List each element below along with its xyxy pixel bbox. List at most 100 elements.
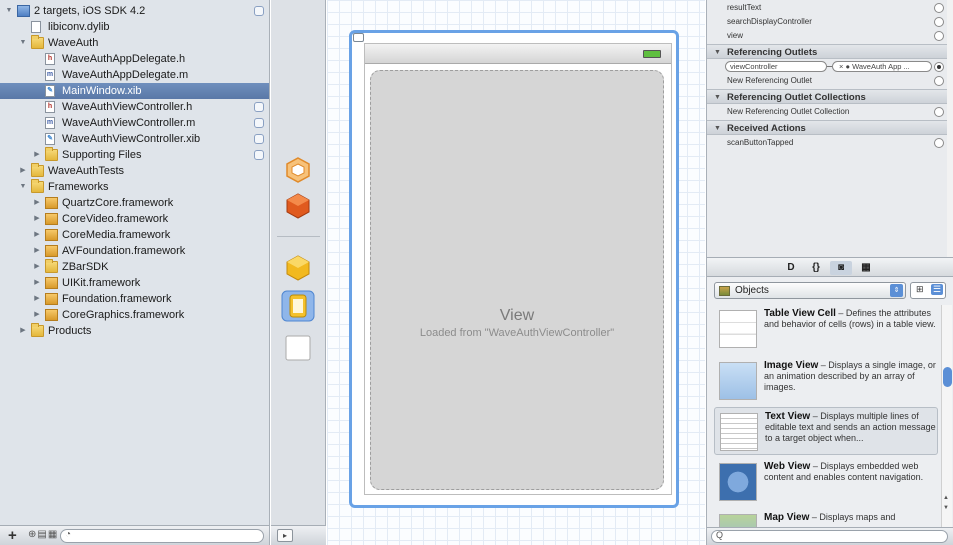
filter-buttons[interactable]: ⊕▤▦ — [28, 529, 58, 540]
list-view-icon[interactable]: ☰ — [931, 284, 944, 295]
outlet-row[interactable]: resultText — [707, 2, 948, 14]
scroll-down-arrow-icon[interactable]: ▼ — [943, 505, 949, 511]
disclosure-triangle-icon[interactable]: ▶ — [32, 259, 42, 275]
map-view-icon — [719, 514, 757, 527]
outlet-connector-icon[interactable] — [934, 3, 944, 13]
library-item-table-view-cell[interactable]: Table View Cell – Defines the attributes… — [714, 305, 938, 353]
disclosure-triangle-icon[interactable]: ▼ — [18, 179, 28, 195]
scroll-knob[interactable] — [943, 367, 952, 387]
file-tree-row[interactable]: ▶ CoreVideo.framework — [0, 211, 269, 227]
file-tree-label: Foundation.framework — [62, 293, 172, 305]
disclosure-triangle-icon[interactable]: ▶ — [32, 195, 42, 211]
show-outline-button[interactable]: ▸ — [277, 529, 293, 542]
outlet-row[interactable]: view — [707, 30, 948, 42]
connection-target-pill[interactable]: × ● WaveAuth App ... — [832, 61, 932, 72]
placeholder-object-icon[interactable] — [284, 156, 312, 184]
file-tree-row[interactable]: ▶ CoreGraphics.framework — [0, 307, 269, 323]
outlet-connector-icon[interactable] — [934, 76, 944, 86]
disclosure-triangle-icon[interactable]: ▼ — [18, 35, 28, 51]
library-item-text-view[interactable]: Text View – Displays multiple lines of e… — [714, 407, 938, 455]
window-object-icon[interactable] — [284, 334, 312, 362]
icon-view-icon[interactable]: ⊞ — [916, 284, 924, 295]
outlet-connector-icon[interactable] — [934, 31, 944, 41]
view-frame[interactable]: View Loaded from "WaveAuthViewController… — [364, 43, 672, 495]
file-tree-row[interactable]: h WaveAuthAppDelegate.h — [0, 51, 269, 67]
disclosure-triangle-icon[interactable]: ▶ — [32, 147, 42, 163]
file-tree-row[interactable]: ▶ QuartzCore.framework — [0, 195, 269, 211]
new-referencing-outlet-row[interactable]: New Referencing Outlet — [707, 75, 948, 87]
file-tree-row[interactable]: m WaveAuthAppDelegate.m — [0, 67, 269, 83]
file-tree-row[interactable]: ▶ ZBarSDK — [0, 259, 269, 275]
scene-handle[interactable] — [353, 33, 364, 42]
disclosure-triangle-icon[interactable]: ▶ — [18, 163, 28, 179]
disclosure-triangle-icon[interactable]: ▼ — [714, 121, 721, 136]
inspector-scrollbar[interactable] — [947, 0, 953, 257]
dock-separator — [277, 236, 320, 237]
file-tree-row[interactable]: ▼ 2 targets, iOS SDK 4.2 — [0, 3, 269, 19]
file-tree-row[interactable]: h WaveAuthViewController.h — [0, 99, 269, 115]
file-tree-row[interactable]: ▶ Supporting Files — [0, 147, 269, 163]
file-tree-row[interactable]: ✎ MainWindow.xib — [0, 83, 269, 99]
file-tree-label: Frameworks — [48, 181, 109, 193]
file-tree-row[interactable]: ▶ AVFoundation.framework — [0, 243, 269, 259]
disclosure-triangle-icon[interactable]: ▶ — [18, 323, 28, 339]
disclosure-triangle-icon[interactable]: ▼ — [714, 45, 721, 60]
disclosure-triangle-icon[interactable]: ▼ — [714, 90, 721, 105]
new-referencing-collection-row[interactable]: New Referencing Outlet Collection — [707, 106, 948, 118]
file-tree-row[interactable]: ▶ Products — [0, 323, 269, 339]
library-search-field[interactable]: Q — [711, 530, 948, 543]
file-tree-label: WaveAuthAppDelegate.m — [62, 69, 189, 81]
outlet-row[interactable]: searchDisplayController — [707, 16, 948, 28]
outlet-connector-icon[interactable] — [934, 107, 944, 117]
action-connector-icon[interactable] — [934, 138, 944, 148]
disclosure-triangle-icon[interactable]: ▼ — [4, 3, 14, 19]
library-item-image-view[interactable]: Image View – Displays a single image, or… — [714, 357, 938, 405]
scroll-up-arrow-icon[interactable]: ▲ — [943, 495, 949, 501]
library-item-map-view[interactable]: Map View – Displays maps and — [714, 509, 938, 527]
navigator-filter-field[interactable]: ◔ — [60, 529, 264, 543]
disclosure-triangle-icon[interactable]: ▶ — [32, 275, 42, 291]
disclosure-triangle-icon[interactable]: ▶ — [32, 227, 42, 243]
file-tree-row[interactable]: ▶ UIKit.framework — [0, 275, 269, 291]
file-tree-label: WaveAuthViewController.xib — [62, 133, 201, 145]
file-tree-row[interactable]: ▶ WaveAuthTests — [0, 163, 269, 179]
file-tree-row[interactable]: ✎ WaveAuthViewController.xib — [0, 131, 269, 147]
view-controller-cube-icon[interactable] — [284, 254, 312, 282]
library-view-toggle[interactable]: ⊞ ☰ — [910, 282, 946, 299]
disclosure-triangle-icon[interactable]: ▶ — [32, 291, 42, 307]
file-tree-row[interactable]: ▶ Foundation.framework — [0, 291, 269, 307]
referencing-outlets-header[interactable]: ▼ Referencing Outlets — [707, 44, 948, 59]
code-snippet-library-tab[interactable]: {} — [805, 261, 827, 275]
framework-icon — [45, 197, 58, 209]
referencing-collections-header[interactable]: ▼ Referencing Outlet Collections — [707, 89, 948, 104]
connection-source-pill[interactable]: viewController — [725, 61, 827, 72]
file-tree-row[interactable]: ▼ Frameworks — [0, 179, 269, 195]
first-responder-icon[interactable] — [284, 192, 312, 220]
media-library-tab[interactable]: ▦ — [855, 261, 877, 275]
action-row[interactable]: scanButtonTapped — [707, 137, 948, 149]
library-item-web-view[interactable]: Web View – Displays embedded web content… — [714, 458, 938, 506]
folder-icon — [31, 323, 44, 337]
disclosure-triangle-icon[interactable]: ▶ — [32, 307, 42, 323]
disclosure-triangle-icon[interactable]: ▶ — [32, 211, 42, 227]
disclosure-triangle-icon[interactable]: ▶ — [32, 243, 42, 259]
file-tree-row[interactable]: m WaveAuthViewController.m — [0, 115, 269, 131]
received-actions-header[interactable]: ▼ Received Actions — [707, 120, 948, 135]
library-category-popup[interactable]: Objects ⇕ — [714, 282, 906, 299]
main-view[interactable]: View Loaded from "WaveAuthViewController… — [370, 70, 664, 490]
file-tree-label: WaveAuthTests — [48, 165, 125, 177]
file-tree-row[interactable]: ▼ WaveAuth — [0, 35, 269, 51]
remove-connection-icon[interactable]: × ● — [839, 62, 852, 71]
file-template-library-tab[interactable]: D — [780, 261, 802, 275]
referencing-connection-row[interactable]: viewController × ● WaveAuth App ... — [707, 61, 948, 73]
file-tree-row[interactable]: libiconv.dylib — [0, 19, 269, 35]
item-title: Text View — [765, 411, 811, 422]
interface-builder-canvas[interactable]: View Loaded from "WaveAuthViewController… — [327, 0, 705, 545]
library-scrollbar[interactable]: ▲ ▼ — [941, 305, 952, 533]
add-file-button[interactable]: + — [8, 527, 17, 544]
object-library-tab[interactable]: ◙ — [830, 261, 852, 275]
outlet-connected-icon[interactable] — [934, 62, 944, 72]
view-object-icon-selected[interactable] — [281, 290, 315, 322]
file-tree-row[interactable]: ▶ CoreMedia.framework — [0, 227, 269, 243]
outlet-connector-icon[interactable] — [934, 17, 944, 27]
